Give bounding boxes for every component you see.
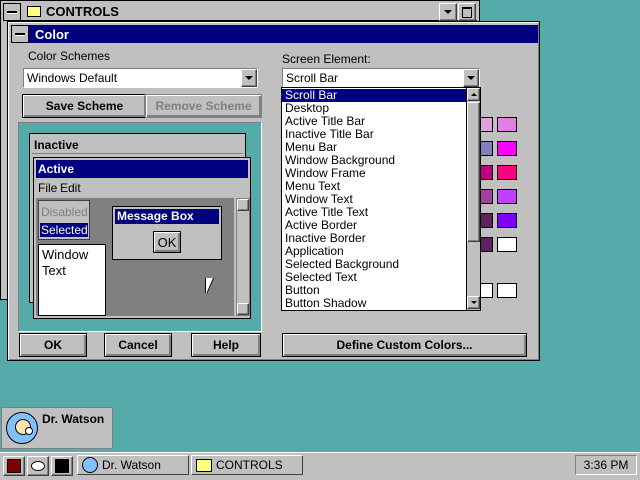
screen-element-list-items: Scroll Bar Desktop Active Title Bar Inactiv…	[282, 89, 466, 309]
restore-icon	[462, 6, 472, 18]
quick-launch-2[interactable]	[27, 456, 49, 476]
color-swatch[interactable]	[497, 165, 517, 180]
scroll-thumb[interactable]	[467, 102, 480, 242]
quick-launch-1[interactable]	[3, 456, 25, 476]
custom-color-swatch[interactable]	[497, 283, 517, 298]
dr-watson-label: Dr. Watson	[42, 412, 105, 426]
arrow-up-icon	[470, 93, 477, 96]
preview-message-box-title: Message Box	[117, 209, 194, 223]
list-item[interactable]: Button Shadow	[282, 297, 466, 310]
color-dialog-title: Color	[35, 27, 69, 42]
preview-selected-text: Selected	[40, 223, 88, 237]
dr-watson-minimized[interactable]: Dr. Watson	[1, 407, 113, 449]
preview-scrollbar	[236, 198, 250, 316]
color-schemes-value: Windows Default	[27, 71, 118, 85]
mouse-cursor-icon	[206, 278, 213, 294]
ok-button[interactable]: OK	[19, 333, 87, 357]
preview-message-box-title-bar: Message Box	[115, 209, 219, 224]
preview-active-window: Active File Edit Disabled Selected Windo…	[33, 157, 251, 319]
dr-watson-icon	[6, 412, 38, 444]
color-schemes-dropdown-button[interactable]	[241, 69, 257, 87]
minimize-icon	[444, 10, 452, 14]
folder-icon	[27, 6, 41, 17]
color-swatch[interactable]	[497, 141, 517, 156]
preview-area[interactable]: Inactive Active File Edit Disabled Selec…	[18, 122, 262, 332]
controls-system-menu-button[interactable]	[3, 3, 21, 21]
preview-menu-bar: File Edit	[36, 180, 248, 196]
preview-window-text-box: Window Text	[38, 244, 106, 316]
color-swatch[interactable]	[497, 117, 517, 132]
book-icon	[7, 459, 21, 473]
chevron-down-icon	[467, 76, 475, 80]
controls-title: CONTROLS	[46, 4, 119, 19]
preview-inactive-title: Inactive	[34, 138, 79, 152]
preview-active-title-bar: Active	[36, 160, 248, 178]
color-swatch[interactable]	[497, 189, 517, 204]
screen-element-list[interactable]: Scroll Bar Desktop Active Title Bar Inactiv…	[281, 87, 481, 311]
color-schemes-dropdown[interactable]: Windows Default	[23, 68, 258, 88]
folder-icon	[196, 458, 212, 472]
controls-title-bar[interactable]: CONTROLS	[3, 3, 477, 21]
screen-element-label: Screen Element:	[282, 52, 371, 66]
preview-menu-file: File	[38, 181, 58, 195]
quick-launch-3[interactable]	[51, 456, 73, 476]
scroll-up-button[interactable]	[467, 88, 480, 101]
task-controls-label: CONTROLS	[216, 458, 283, 472]
task-controls[interactable]: CONTROLS	[191, 455, 303, 475]
preview-menu-edit: Edit	[60, 181, 81, 195]
color-schemes-label: Color Schemes	[28, 49, 111, 63]
preview-menu-popup: Disabled Selected	[38, 200, 90, 240]
preview-window-text: Window Text	[42, 247, 89, 278]
help-button[interactable]: Help	[191, 333, 261, 357]
color-swatch[interactable]	[497, 213, 517, 228]
preview-disabled-text: Disabled	[41, 205, 88, 219]
task-dr-watson-label: Dr. Watson	[102, 458, 161, 472]
eye-icon	[31, 461, 45, 471]
task-dr-watson[interactable]: Dr. Watson	[77, 455, 189, 475]
preview-message-ok-button: OK	[153, 231, 181, 253]
chevron-down-icon	[245, 76, 253, 80]
clock-time: 3:36 PM	[583, 458, 629, 472]
info-icon	[55, 459, 69, 473]
remove-scheme-button[interactable]: Remove Scheme	[145, 94, 262, 118]
arrow-down-icon	[470, 301, 477, 304]
preview-scroll-up	[237, 199, 249, 211]
preview-inactive-title-bar: Inactive	[32, 136, 243, 154]
minimize-button[interactable]	[439, 3, 457, 21]
save-scheme-button[interactable]: Save Scheme	[22, 94, 147, 118]
preview-message-box: Message Box OK	[112, 206, 222, 260]
taskbar-clock: 3:36 PM	[575, 455, 637, 475]
screen-element-dropdown[interactable]: Scroll Bar	[282, 68, 480, 88]
define-custom-colors-button[interactable]: Define Custom Colors...	[282, 333, 527, 357]
list-scrollbar[interactable]	[466, 88, 480, 310]
preview-active-title: Active	[38, 162, 75, 176]
color-swatch[interactable]	[497, 237, 517, 252]
color-system-menu-button[interactable]	[11, 25, 29, 43]
dr-watson-task-icon	[82, 457, 98, 473]
screen-element-dropdown-button[interactable]	[463, 69, 479, 87]
color-dialog-title-bar[interactable]: Color	[11, 25, 538, 43]
screen-element-value: Scroll Bar	[286, 71, 339, 85]
preview-client-area: Disabled Selected Window Text Message Bo…	[36, 198, 234, 316]
cancel-button[interactable]: Cancel	[104, 333, 172, 357]
preview-scroll-down	[237, 303, 249, 315]
scroll-down-button[interactable]	[467, 296, 480, 309]
maximize-button[interactable]	[458, 3, 476, 21]
